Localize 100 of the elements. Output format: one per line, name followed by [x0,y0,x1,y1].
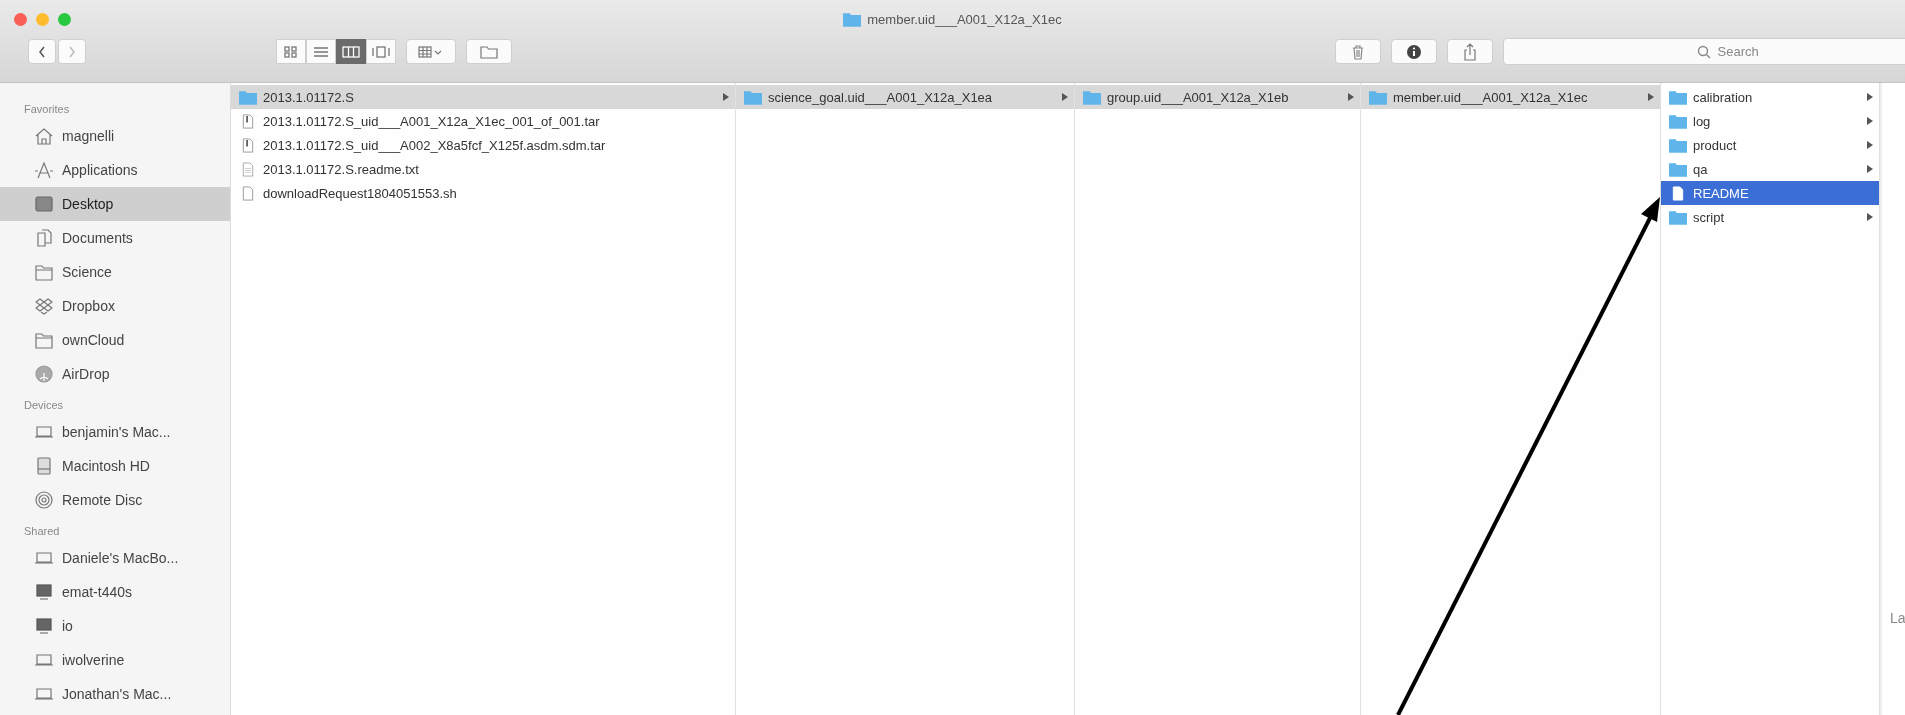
file-row[interactable]: downloadRequest1804051553.sh [231,181,735,205]
folder-icon [1669,113,1687,129]
share-button[interactable] [1447,39,1493,64]
documents-icon [34,228,54,248]
file-row[interactable]: product [1661,133,1879,157]
sidebar-item[interactable]: Dropbox [0,289,230,323]
columns-view-icon [342,44,360,59]
file-name: calibration [1693,89,1754,105]
desktop-icon [34,194,54,214]
disc-icon [34,490,54,510]
section-heading: Favorites [23,102,71,117]
file-name: script [1693,209,1726,225]
sidebar-item[interactable]: ownCloud [0,323,230,357]
monitor-icon [34,616,54,636]
file-name: downloadRequest1804051553.sh [263,185,458,201]
back-icon [37,44,47,59]
sidebar-label: io [62,618,73,634]
icons-view-icon [282,44,300,59]
disclosure-arrow-icon [723,93,729,101]
sidebar-label: Jonathan's Mac... [62,686,172,702]
sidebar-label: Macintosh HD [62,458,150,474]
file-name: log [1693,113,1712,129]
file-row[interactable]: log [1661,109,1879,133]
search-field[interactable]: Search [1503,38,1905,65]
apps-icon [34,160,54,180]
sidebar-label: Science [62,264,112,280]
section-heading: Shared [23,524,61,539]
folder-icon [239,89,257,105]
disclosure-arrow-icon [1867,141,1873,149]
sidebar-item[interactable]: Macintosh HD [0,449,230,483]
file-name: README [1693,185,1750,201]
file-row[interactable]: 2013.1.01172.S_uid___A002_X8a5fcf_X125f.asdm.sdm.tar [231,133,735,157]
disclosure-arrow-icon [1867,93,1873,101]
minimize-button[interactable] [36,12,49,26]
file-row[interactable]: 2013.1.01172.S [231,85,735,109]
back-button[interactable] [28,39,56,64]
dropbox-icon [34,296,54,316]
folder-icon [1369,89,1387,105]
icons-view-button[interactable] [276,39,306,64]
arrange-button[interactable] [406,39,456,64]
disclosure-arrow-icon [1867,117,1873,125]
monitor-icon [34,582,54,602]
file-row[interactable]: qa [1661,157,1879,181]
sidebar-label: emat-t440s [62,584,133,600]
folder-icon [479,44,499,59]
sidebar-item[interactable]: magnelli [0,119,230,153]
file-row[interactable]: README [1661,181,1879,205]
file-row[interactable]: 2013.1.01172.S_uid___A001_X12a_X1ec_001_of_001.tar [231,109,735,133]
file-row[interactable]: 2013.1.01172.S.readme.txt [231,157,735,181]
file-name: group.uid___A001_X12a_X1eb [1107,89,1290,105]
preview-text: La [1890,610,1905,626]
file-name: product [1693,137,1738,153]
sidebar-label: iwolverine [62,652,125,668]
sidebar-item[interactable]: benjamin's Mac... [0,415,230,449]
sidebar-item[interactable]: Desktop [0,187,230,221]
sidebar-item[interactable]: AirDrop [0,357,230,391]
airdrop-icon [34,364,54,384]
sidebar-label: benjamin's Mac... [62,424,171,440]
disclosure-arrow-icon [1062,93,1068,101]
coverflow-view-button[interactable] [366,39,396,64]
sidebar-label: Documents [62,230,133,246]
forward-icon [67,44,77,59]
file-name: 2013.1.01172.S_uid___A001_X12a_X1ec_001_of_001.tar [263,113,601,129]
zoom-button[interactable] [58,12,71,26]
window-title: member.uid___A001_X12a_X1ec [867,11,1062,27]
sidebar-item[interactable]: Remote Disc [0,483,230,517]
sidebar-item[interactable]: iwolverine [0,643,230,677]
file-name: science_goal.uid___A001_X12a_X1ea [768,89,994,105]
sidebar-item[interactable]: Applications [0,153,230,187]
file-row[interactable]: science_goal.uid___A001_X12a_X1ea [736,85,1074,109]
sidebar-item[interactable]: Documents [0,221,230,255]
sidebar-item[interactable]: Jonathan's Mac... [0,677,230,711]
file-name: qa [1693,161,1709,177]
sidebar-item[interactable]: io [0,609,230,643]
folder-icon [843,11,862,27]
sidebar-label: magnelli [62,128,115,144]
list-view-button[interactable] [306,39,336,64]
file-name: member.uid___A001_X12a_X1ec [1393,89,1589,105]
trash-button[interactable] [1335,39,1381,64]
sidebar-label: ownCloud [62,332,125,348]
folder-icon [1083,89,1101,105]
folder-icon [1669,137,1687,153]
file-row[interactable]: group.uid___A001_X12a_X1eb [1075,85,1360,109]
sidebar-item[interactable]: Science [0,255,230,289]
sidebar-item[interactable]: emat-t440s [0,575,230,609]
folder-icon [1669,209,1687,225]
file-row[interactable]: script [1661,205,1879,229]
info-button[interactable] [1391,39,1437,64]
columns-view-button[interactable] [336,39,366,64]
folder-icon [34,330,54,350]
coverflow-view-icon [372,44,390,59]
file-row[interactable]: calibration [1661,85,1879,109]
sidebar-label: Desktop [62,196,114,212]
sidebar-item[interactable]: Daniele's MacBo... [0,541,230,575]
file-row[interactable]: member.uid___A001_X12a_X1ec [1361,85,1660,109]
search-input[interactable]: Search [1715,43,1772,60]
file-name: 2013.1.01172.S.readme.txt [263,161,420,177]
new-folder-button[interactable] [466,39,512,64]
list-view-icon [312,44,330,59]
close-button[interactable] [14,12,27,26]
